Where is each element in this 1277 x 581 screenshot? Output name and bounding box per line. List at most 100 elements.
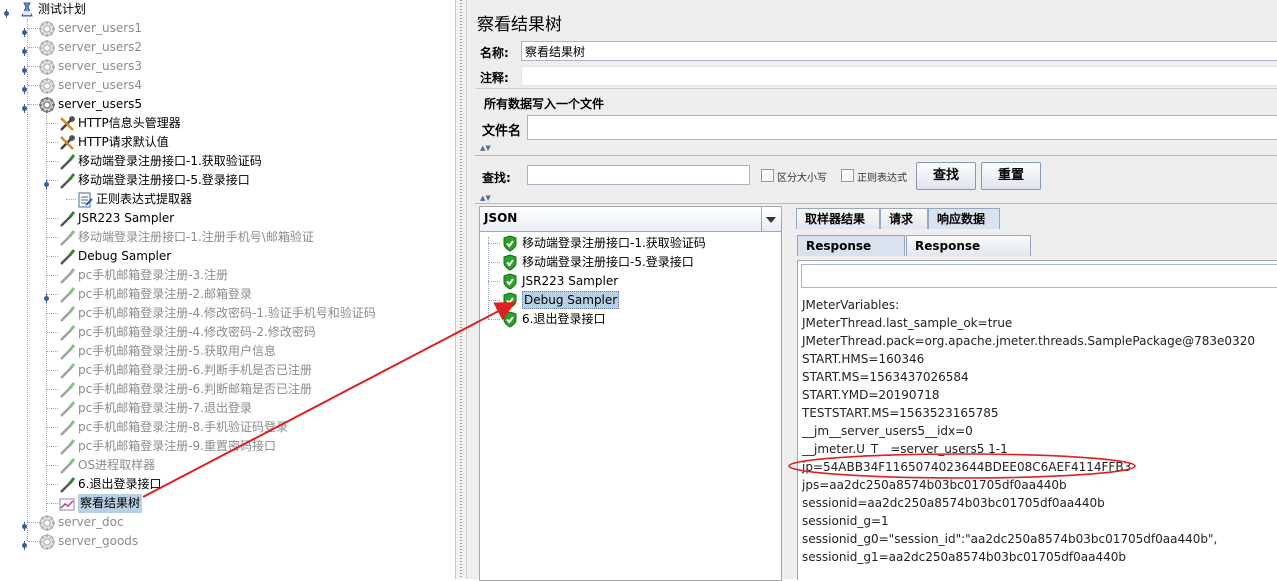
tree-item[interactable]: pc手机邮箱登录注册-9.重置密码接口	[0, 437, 455, 456]
divider-2	[475, 203, 1277, 204]
sampler-icon	[58, 248, 76, 265]
tree-connector	[488, 262, 500, 263]
response-search-input[interactable]	[801, 264, 1277, 288]
divider	[475, 155, 1277, 156]
tree-connector	[28, 66, 38, 67]
tab-response-body[interactable]: Response Body	[797, 235, 905, 273]
collapse-arrows-icon[interactable]: ▲▼	[480, 144, 491, 152]
sampler-icon	[58, 419, 76, 436]
tree-item[interactable]: JSR223 Sampler	[0, 209, 455, 228]
tree-item-label: server_users5	[58, 97, 143, 111]
tree-item[interactable]: server_users3	[0, 57, 455, 76]
tree-connector	[47, 256, 58, 257]
collapse-handle-icon[interactable]	[2, 5, 11, 18]
case-sensitive-checkbox[interactable]	[761, 169, 774, 182]
sample-result-list[interactable]: JSON 移动端登录注册接口-1.获取验证码 移动端登录注册接口-5.登录接口 JS…	[479, 206, 782, 581]
tree-connector	[47, 180, 58, 181]
tree-connector	[47, 218, 58, 219]
renderer-select[interactable]: JSON	[480, 207, 781, 232]
response-line: __jmeter.U_T__=server_users5 1-1	[802, 442, 1008, 456]
tree-item[interactable]: pc手机邮箱登录注册-6.判断邮箱是否已注册	[0, 380, 455, 399]
tree-item[interactable]: server_goods	[0, 532, 455, 551]
response-line: START.HMS=160346	[802, 352, 925, 366]
tree-item[interactable]: 正则表达式提取器	[0, 190, 455, 209]
tree-item[interactable]: 测试计划	[0, 0, 455, 19]
tree-item-label: Debug Sampler	[78, 249, 172, 263]
filename-field[interactable]	[527, 115, 1277, 140]
tab-sampler-result[interactable]: 取样器结果	[796, 208, 880, 229]
tree-item-label: pc手机邮箱登录注册-8.手机验证码登录	[78, 420, 288, 434]
tree-connector	[47, 465, 58, 466]
name-field[interactable]: 察看结果树	[521, 41, 1277, 61]
tree-item[interactable]: 察看结果树	[0, 494, 455, 513]
tree-item[interactable]: server_users1	[0, 19, 455, 38]
tree-connector	[28, 28, 38, 29]
tree-item-label: 移动端登录注册接口-1.注册手机号\邮箱验证	[78, 230, 314, 244]
tree-item[interactable]: pc手机邮箱登录注册-3.注册	[0, 266, 455, 285]
tree-item[interactable]: 移动端登录注册接口-1.获取验证码	[0, 152, 455, 171]
tree-connector	[488, 281, 500, 282]
response-line: __jm__server_users5__idx=0	[802, 424, 973, 438]
success-shield-icon	[502, 254, 518, 271]
tree-item-label: pc手机邮箱登录注册-4.修改密码-2.修改密码	[78, 325, 316, 339]
tree-item[interactable]: pc手机邮箱登录注册-4.修改密码-2.修改密码	[0, 323, 455, 342]
tree-connector	[47, 142, 58, 143]
tree-item-label: HTTP请求默认值	[78, 135, 169, 149]
result-item-label: JSR223 Sampler	[522, 274, 619, 288]
tree-item[interactable]: server_users5	[0, 95, 455, 114]
tree-item[interactable]: OS进程取样器	[0, 456, 455, 475]
tree-item[interactable]: pc手机邮箱登录注册-8.手机验证码登录	[0, 418, 455, 437]
tree-item[interactable]: server_users4	[0, 76, 455, 95]
tree-item[interactable]: pc手机邮箱登录注册-7.退出登录	[0, 399, 455, 418]
sampler-icon	[58, 229, 76, 246]
sampler-icon	[58, 210, 76, 227]
comment-field[interactable]	[521, 66, 1277, 86]
tree-item[interactable]: 移动端登录注册接口-5.登录接口	[0, 171, 455, 190]
response-body-pane: JMeterVariables: JMeterThread.last_sample…	[797, 260, 1277, 580]
tree-item[interactable]: pc手机邮箱登录注册-2.邮箱登录	[0, 285, 455, 304]
tree-item[interactable]: Debug Sampler	[0, 247, 455, 266]
tree-connector	[47, 237, 58, 238]
find-button[interactable]: 查找	[916, 162, 976, 190]
tree-item[interactable]: pc手机邮箱登录注册-5.获取用户信息	[0, 342, 455, 361]
tree-item[interactable]: 6.退出登录接口	[0, 475, 455, 494]
collapse-arrows-icon-2[interactable]: ▲▼	[480, 194, 491, 202]
response-line: JMeterThread.pack=org.apache.jmeter.thre…	[802, 334, 1255, 348]
tree-item[interactable]: server_doc	[0, 513, 455, 532]
dropdown-arrow-icon[interactable]	[761, 207, 781, 231]
tree-guide-line	[488, 237, 489, 319]
response-line: TESTSTART.MS=1563523165785	[802, 406, 999, 420]
tree-connector	[47, 484, 58, 485]
tree-item[interactable]: pc手机邮箱登录注册-6.判断手机是否已注册	[0, 361, 455, 380]
sampler-icon	[58, 457, 76, 474]
tree-item-label: 察看结果树	[78, 494, 143, 513]
tree-connector	[66, 199, 76, 200]
tree-connector	[47, 503, 58, 504]
tree-item[interactable]: 移动端登录注册接口-1.注册手机号\邮箱验证	[0, 228, 455, 247]
tree-item[interactable]: server_users2	[0, 38, 455, 57]
tree-connector	[28, 47, 38, 48]
listener-icon	[58, 495, 75, 511]
splitter-grip	[460, 0, 462, 579]
tree-connector	[47, 389, 58, 390]
tab-request[interactable]: 请求	[880, 208, 928, 229]
success-shield-icon	[502, 292, 518, 309]
tree-item-label: JSR223 Sampler	[78, 211, 175, 225]
write-to-file-title: 所有数据写入一个文件	[484, 97, 605, 111]
filename-label: 文件名	[482, 124, 522, 139]
tree-item[interactable]: HTTP信息头管理器	[0, 114, 455, 133]
tree-item-label: server_users2	[58, 40, 143, 54]
regex-checkbox[interactable]	[841, 169, 854, 182]
case-sensitive-label: 区分大小写	[777, 173, 827, 184]
tree-item-label: OS进程取样器	[78, 458, 156, 472]
sampler-icon	[58, 343, 76, 360]
tree-item[interactable]: pc手机邮箱登录注册-4.修改密码-1.验证手机号和验证码	[0, 304, 455, 323]
tree-item-label: pc手机邮箱登录注册-6.判断手机是否已注册	[78, 363, 312, 377]
reset-button[interactable]: 重置	[981, 162, 1041, 190]
tree-connector	[28, 85, 38, 86]
tab-response-data[interactable]: 响应数据	[928, 208, 1000, 229]
test-plan-tree[interactable]: 测试计划 server_users1 server_users2 server_use…	[0, 0, 455, 579]
search-input[interactable]	[527, 165, 750, 185]
tab-response-headers[interactable]: Response headers	[906, 235, 1031, 273]
tree-item[interactable]: HTTP请求默认值	[0, 133, 455, 152]
